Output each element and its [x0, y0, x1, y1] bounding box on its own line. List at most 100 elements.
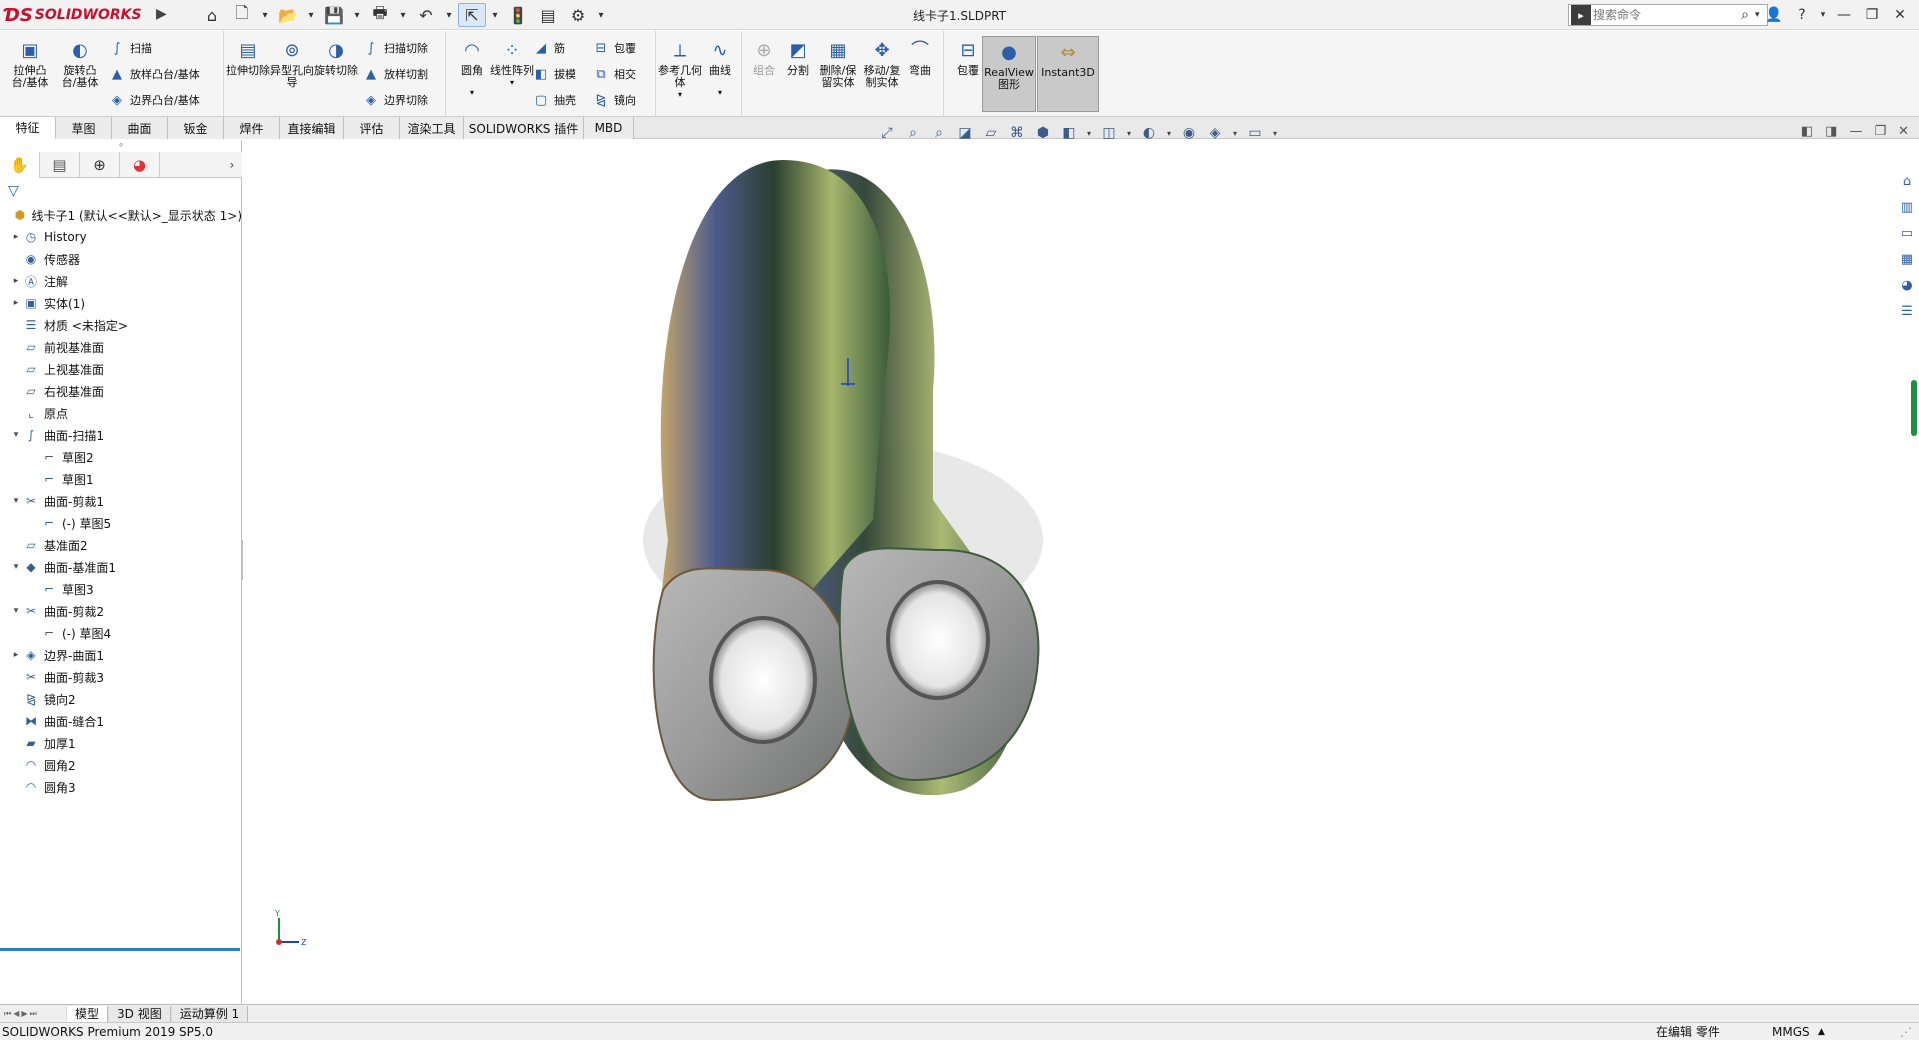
boundary-boss-button[interactable]: ◈ 边界凸台/基体	[108, 89, 200, 111]
tab-direct-editing[interactable]: 直接编辑	[280, 117, 344, 139]
last-tab-icon[interactable]: ⏭	[30, 1009, 37, 1019]
tree-right-plane[interactable]: ▱ 右视基准面	[0, 380, 242, 402]
help-dropdown-icon[interactable]: ▾	[1817, 3, 1829, 27]
appearances-icon[interactable]: ◕	[1896, 274, 1918, 296]
tree-sketch4[interactable]: ⌐ (-) 草图4	[0, 622, 242, 644]
next-tab-icon[interactable]: ▶	[21, 1009, 27, 1018]
close-icon[interactable]: ✕	[1887, 3, 1913, 27]
rollback-bar[interactable]	[0, 948, 240, 951]
collapse-arrow-icon[interactable]: ▾	[10, 606, 22, 616]
view-settings-dropdown-icon[interactable]: ▾	[1230, 122, 1240, 144]
first-tab-icon[interactable]: ⏮	[4, 1009, 11, 1019]
tab-motion-study-1[interactable]: 运动算例 1	[170, 1005, 249, 1022]
tree-front-plane[interactable]: ▱ 前视基准面	[0, 336, 242, 358]
delete-keep-body-button[interactable]: ▦ 删除/保留实体	[816, 39, 860, 89]
resize-grip-icon[interactable]: ⋰	[1900, 1025, 1912, 1039]
tree-annotations[interactable]: ▸ Ⓐ 注解	[0, 270, 242, 292]
realview-button[interactable]: ● RealView图形	[982, 36, 1036, 112]
command-prompt-icon[interactable]: ▸	[1571, 5, 1591, 25]
unit-system[interactable]: MMGS	[1772, 1025, 1810, 1039]
tree-boundary-surface1[interactable]: ▸ ◈ 边界-曲面1	[0, 644, 242, 666]
expand-arrow-icon[interactable]: ▸	[10, 232, 22, 242]
display-manager-tab-icon[interactable]: ◕	[120, 152, 160, 178]
tree-surface-trim2[interactable]: ▾ ✂ 曲面-剪裁2	[0, 600, 242, 622]
tree-filter-icon[interactable]: ▽	[0, 180, 242, 202]
view-palette-icon[interactable]: ▦	[1896, 248, 1918, 270]
configuration-manager-tab-icon[interactable]: ⊕	[80, 152, 120, 178]
view-orientation-icon[interactable]: ⬢	[1032, 122, 1054, 144]
tab-weldments[interactable]: 焊件	[224, 117, 280, 139]
revolve-boss-button[interactable]: ◐ 旋转凸台/基体	[58, 39, 102, 89]
select-dropdown-icon[interactable]: ▾	[488, 3, 502, 27]
extrude-cut-button[interactable]: ▤ 拉伸切除	[226, 39, 270, 77]
save-dropdown-icon[interactable]: ▾	[350, 3, 364, 27]
tree-knit1[interactable]: ⧓ 曲面-缝合1	[0, 710, 242, 732]
expand-arrow-icon[interactable]: ▸	[10, 298, 22, 308]
new-document-icon[interactable]: 🗋	[228, 3, 256, 27]
shell-button[interactable]: ▢ 抽壳	[532, 89, 576, 111]
zoom-to-fit-icon[interactable]: ⤢	[876, 122, 898, 144]
appearance-dropdown-icon[interactable]: ▾	[1164, 122, 1174, 144]
hide-show-dropdown-icon[interactable]: ▾	[1124, 122, 1134, 144]
instant3d-button[interactable]: ⇔ Instant3D	[1037, 36, 1099, 112]
tree-plane2[interactable]: ▱ 基准面2	[0, 534, 242, 556]
solidworks-resources-icon[interactable]: ⌂	[1896, 170, 1918, 192]
tree-fillet2[interactable]: ◠ 圆角2	[0, 754, 242, 776]
tree-root-part[interactable]: ⬢ 线卡子1 (默认<<默认>_显示状态 1>)	[0, 204, 242, 226]
monitor-dropdown-icon[interactable]: ▾	[1270, 122, 1280, 144]
tab-surfaces[interactable]: 曲面	[112, 117, 168, 139]
feature-manager-tab-icon[interactable]: ✋	[0, 152, 40, 178]
undo-dropdown-icon[interactable]: ▾	[442, 3, 456, 27]
viewport-restore-icon[interactable]: ❐	[1874, 124, 1886, 139]
file-properties-icon[interactable]: ▤	[534, 3, 562, 27]
rebuild-traffic-light-icon[interactable]: 🚦	[504, 3, 532, 27]
help-icon[interactable]: ?	[1789, 3, 1815, 27]
open-icon[interactable]: 📂	[274, 3, 302, 27]
sweep-cut-button[interactable]: ∫ 扫描切除	[362, 37, 428, 59]
linear-pattern-button[interactable]: ⁘ 线性阵列 ▾	[490, 39, 534, 89]
vertical-scrollbar[interactable]	[1911, 380, 1917, 436]
wrap-button[interactable]: ⊟ 包覆	[592, 37, 636, 59]
view-settings-icon[interactable]: ◈	[1204, 122, 1226, 144]
curves-button[interactable]: ∿ 曲线 ▾	[698, 39, 742, 99]
section-view-icon[interactable]: ◪	[954, 122, 976, 144]
options-gear-icon[interactable]: ⚙	[564, 3, 592, 27]
save-icon[interactable]: 💾	[320, 3, 348, 27]
collapse-arrow-icon[interactable]: ▾	[10, 430, 22, 440]
viewport-prev-icon[interactable]: ◧	[1801, 124, 1813, 139]
open-dropdown-icon[interactable]: ▾	[304, 3, 318, 27]
tab-solidworks-addins[interactable]: SOLIDWORKS 插件	[464, 117, 584, 139]
tab-3d-views[interactable]: 3D 视图	[108, 1005, 171, 1022]
tree-sketch5[interactable]: ⌐ (-) 草图5	[0, 512, 242, 534]
revolve-cut-button[interactable]: ◑ 旋转切除	[314, 39, 358, 77]
flex-button[interactable]: ⌒ 弯曲	[898, 39, 942, 77]
tree-thicken1[interactable]: ▰ 加厚1	[0, 732, 242, 754]
undo-icon[interactable]: ↶	[412, 3, 440, 27]
tree-fillet3[interactable]: ◠ 圆角3	[0, 776, 242, 798]
tree-origin[interactable]: ⌞ 原点	[0, 402, 242, 424]
tree-sketch2[interactable]: ⌐ 草图2	[0, 446, 242, 468]
graphics-area[interactable]: Y Z ⌂ ▥ ▭ ▦ ◕ ☰	[243, 140, 1919, 1004]
display-style-dropdown-icon[interactable]: ▾	[1084, 122, 1094, 144]
tree-material[interactable]: ☰ 材质 <未指定>	[0, 314, 242, 336]
tree-solid-bodies[interactable]: ▸ ▣ 实体(1)	[0, 292, 242, 314]
expand-arrow-icon[interactable]: ▸	[10, 650, 22, 660]
tree-sketch3[interactable]: ⌐ 草图3	[0, 578, 242, 600]
sweep-button[interactable]: ∫ 扫描	[108, 37, 152, 59]
split-button[interactable]: ◩ 分割	[776, 39, 820, 77]
tree-top-plane[interactable]: ▱ 上视基准面	[0, 358, 242, 380]
file-explorer-icon[interactable]: ▭	[1896, 222, 1918, 244]
tab-mbd[interactable]: MBD	[584, 117, 634, 139]
options-dropdown-icon[interactable]: ▾	[594, 3, 608, 27]
rib-button[interactable]: ◢ 筋	[532, 37, 565, 59]
view-selector-icon[interactable]: ⌘	[1006, 122, 1028, 144]
draft-button[interactable]: ◧ 拔模	[532, 63, 576, 85]
hide-show-items-icon[interactable]: ◫	[1098, 122, 1120, 144]
menu-expand-arrow-icon[interactable]: ▶	[156, 6, 167, 22]
design-library-icon[interactable]: ▥	[1896, 196, 1918, 218]
tree-mirror2[interactable]: ⧎ 镜向2	[0, 688, 242, 710]
viewport-minimize-icon[interactable]: —	[1849, 124, 1862, 139]
prev-tab-icon[interactable]: ◀	[13, 1009, 19, 1018]
tree-history[interactable]: ▸ ◷ History	[0, 226, 242, 248]
tab-evaluate[interactable]: 评估	[344, 117, 400, 139]
